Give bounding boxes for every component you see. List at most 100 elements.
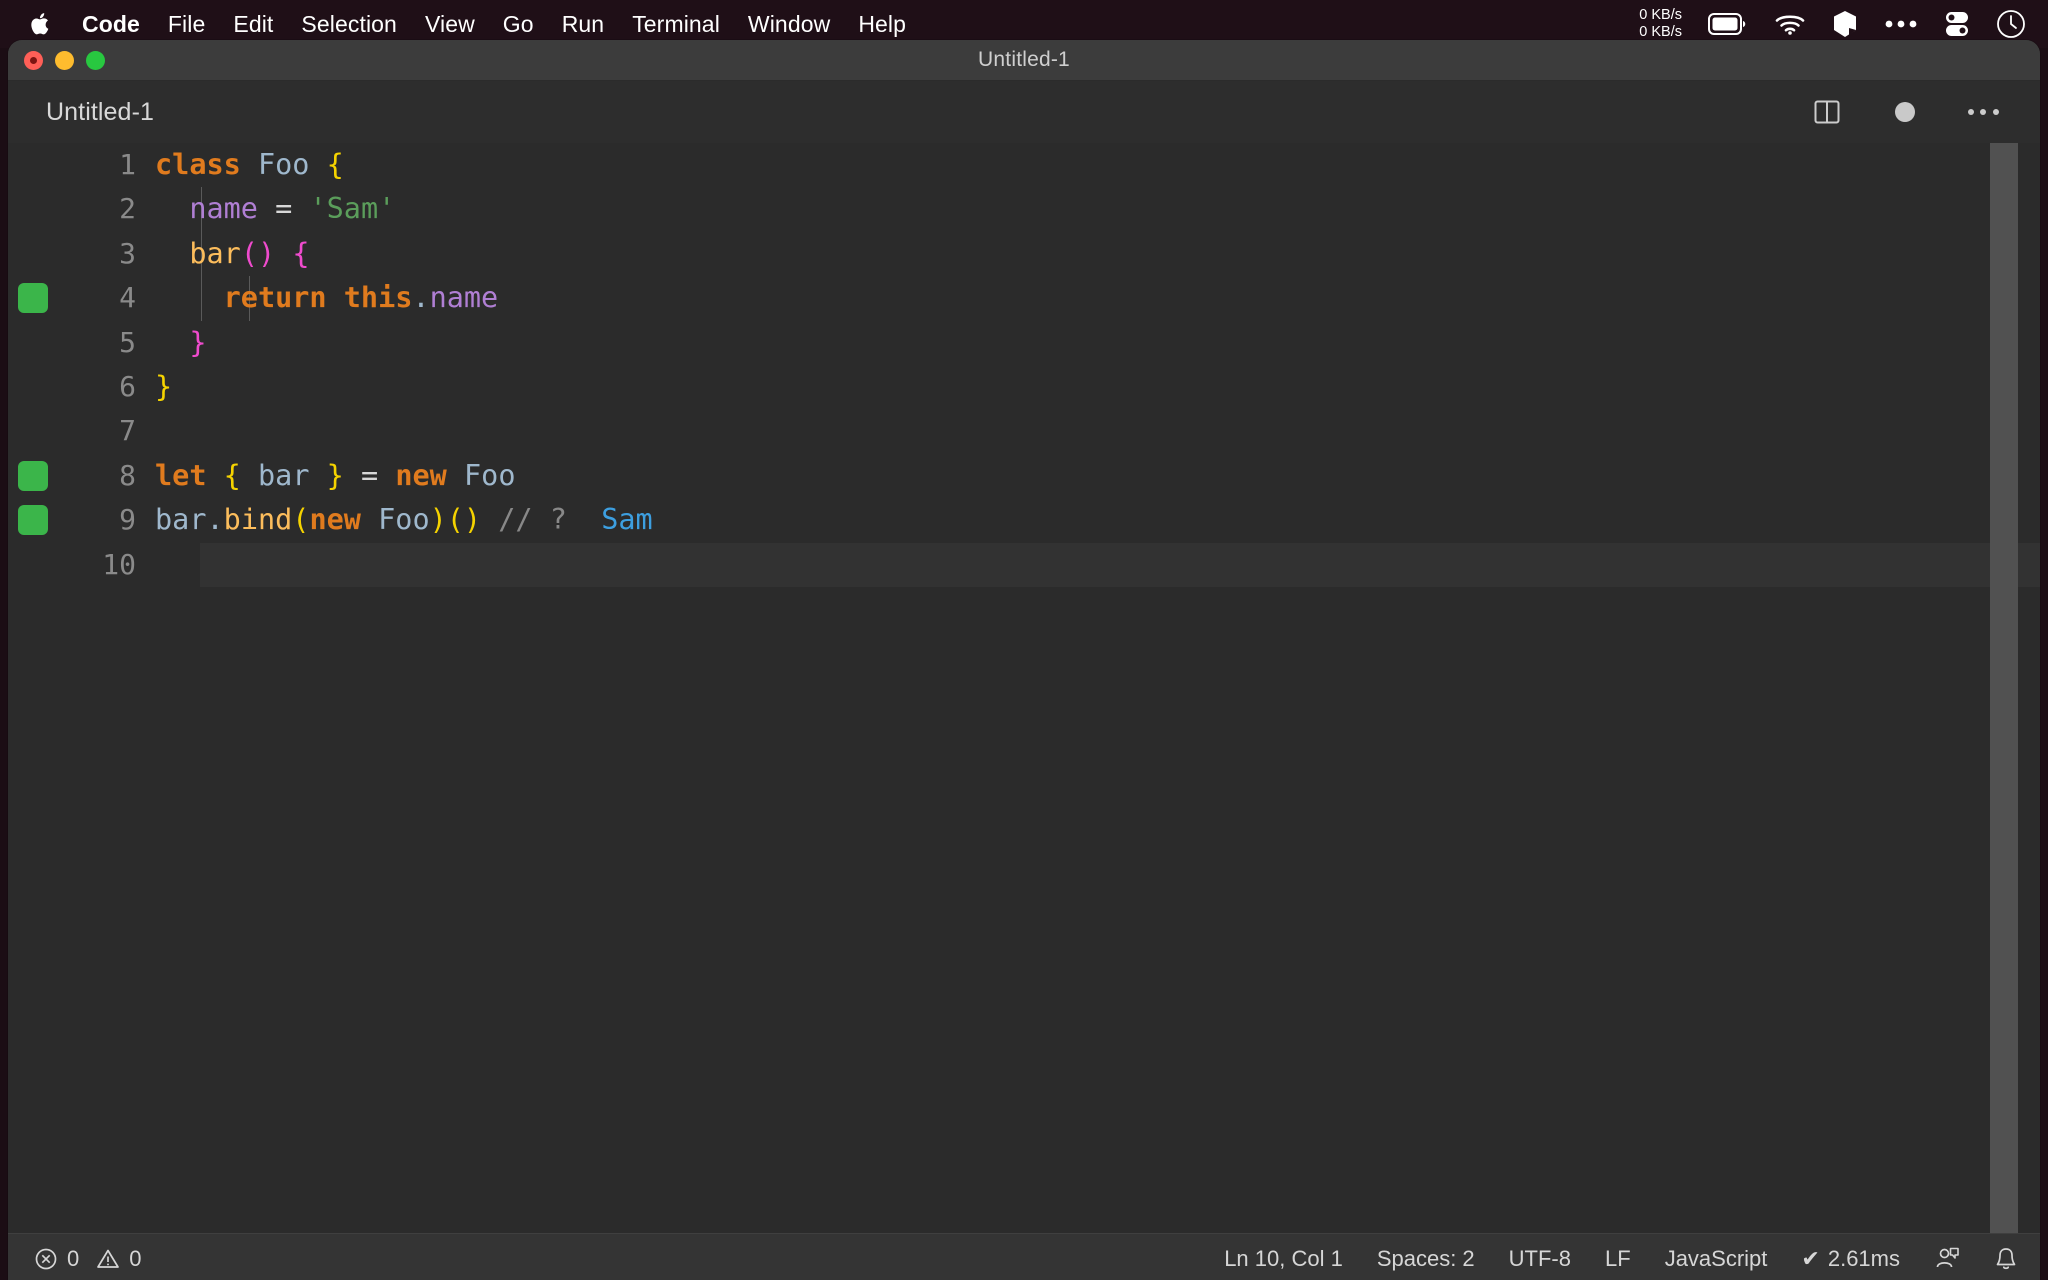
indentation-setting[interactable]: Spaces: 2 xyxy=(1377,1246,1475,1272)
status-bar-right: Ln 10, Col 1 Spaces: 2 UTF-8 LF JavaScri… xyxy=(1224,1246,2018,1272)
close-button[interactable] xyxy=(24,51,43,70)
network-speed-indicator[interactable]: 0 KB/s 0 KB/s xyxy=(1639,7,1682,41)
feedback-icon[interactable] xyxy=(1934,1246,1960,1272)
token: name xyxy=(189,192,258,225)
menu-bar-status-items: 0 KB/s 0 KB/s xyxy=(1639,7,2026,41)
status-bar-left: 0 0 xyxy=(34,1246,142,1272)
token: { xyxy=(224,459,241,492)
line-content: bar.bind(new Foo)() // ? Sam xyxy=(155,498,653,542)
line-number: 1 xyxy=(8,143,136,187)
menu-item-run[interactable]: Run xyxy=(548,9,619,40)
line-number: 10 xyxy=(8,543,136,587)
token: () xyxy=(241,237,275,270)
cursor-position[interactable]: Ln 10, Col 1 xyxy=(1224,1246,1343,1272)
line-content: let { bar } = new Foo xyxy=(155,454,515,498)
window-title: Untitled-1 xyxy=(978,48,1070,72)
token: = xyxy=(275,192,292,225)
code-line-4[interactable]: 4 return this.name xyxy=(8,276,2040,320)
token: = xyxy=(361,459,378,492)
wifi-icon[interactable] xyxy=(1774,7,1806,41)
editor-vertical-scrollbar[interactable] xyxy=(1990,143,2018,1233)
token: new xyxy=(395,459,446,492)
line-number: 5 xyxy=(8,321,136,365)
token: . xyxy=(206,503,223,536)
token: ( xyxy=(292,503,309,536)
language-mode[interactable]: JavaScript xyxy=(1665,1246,1768,1272)
menu-item-selection[interactable]: Selection xyxy=(287,9,411,40)
menu-bar-items: Code File Edit Selection View Go Run Ter… xyxy=(26,7,920,41)
code-line-5[interactable]: 5 } xyxy=(8,321,2040,365)
line-number: 8 xyxy=(8,454,136,498)
code-line-10[interactable]: 10 xyxy=(8,543,2040,587)
code-line-8[interactable]: 8 let { bar } = new Foo xyxy=(8,454,2040,498)
token: bar xyxy=(155,503,206,536)
more-actions-icon[interactable] xyxy=(1966,95,2000,129)
token xyxy=(481,503,498,536)
token: class xyxy=(155,148,241,181)
token xyxy=(361,503,378,536)
menu-item-edit[interactable]: Edit xyxy=(219,9,287,40)
clock-icon[interactable] xyxy=(1996,7,2026,41)
token: } xyxy=(155,370,172,403)
maximize-button[interactable] xyxy=(86,51,105,70)
token: new xyxy=(309,503,360,536)
menu-item-view[interactable]: View xyxy=(411,9,489,40)
warning-icon xyxy=(96,1247,120,1271)
ellipsis-icon[interactable] xyxy=(1884,7,1918,41)
token xyxy=(258,192,275,225)
token: this xyxy=(344,281,413,314)
token: Foo xyxy=(378,503,429,536)
code-line-3[interactable]: 3 bar() { xyxy=(8,232,2040,276)
line-content: return this.name xyxy=(155,276,498,320)
network-upload-speed: 0 KB/s xyxy=(1639,7,1682,24)
cube-icon[interactable] xyxy=(1832,7,1858,41)
apple-logo-icon[interactable] xyxy=(26,7,56,41)
token xyxy=(344,459,361,492)
token xyxy=(241,148,258,181)
end-of-line-sequence[interactable]: LF xyxy=(1605,1246,1631,1272)
menu-item-file[interactable]: File xyxy=(154,9,219,40)
token: // ? xyxy=(498,503,567,536)
token: bar xyxy=(189,237,240,270)
menu-item-go[interactable]: Go xyxy=(489,9,548,40)
token xyxy=(206,459,223,492)
token: Foo xyxy=(258,148,309,181)
token: 'Sam' xyxy=(309,192,395,225)
token: } xyxy=(189,326,206,359)
error-icon xyxy=(34,1247,58,1271)
code-line-9[interactable]: 9bar.bind(new Foo)() // ? Sam xyxy=(8,498,2040,542)
line-number: 2 xyxy=(8,187,136,231)
code-line-7[interactable]: 7 xyxy=(8,409,2040,453)
menu-item-terminal[interactable]: Terminal xyxy=(618,9,734,40)
control-center-icon[interactable] xyxy=(1944,7,1970,41)
runtime-duration: 2.61ms xyxy=(1828,1246,1900,1272)
line-number: 6 xyxy=(8,365,136,409)
token: let xyxy=(155,459,206,492)
unsaved-dot-icon[interactable] xyxy=(1888,95,1922,129)
menu-item-code[interactable]: Code xyxy=(68,9,154,40)
problems-status[interactable]: 0 0 xyxy=(34,1246,142,1272)
code-line-2[interactable]: 2 name = 'Sam' xyxy=(8,187,2040,231)
minimize-button[interactable] xyxy=(55,51,74,70)
code-editor[interactable]: 1class Foo {2 name = 'Sam'3 bar() {4 ret… xyxy=(8,143,2040,1233)
window-controls xyxy=(24,40,105,80)
warning-count: 0 xyxy=(129,1246,141,1272)
token xyxy=(447,459,464,492)
code-line-1[interactable]: 1 class Foo { xyxy=(8,143,2040,187)
menu-item-help[interactable]: Help xyxy=(844,9,920,40)
bell-icon[interactable] xyxy=(1994,1246,2018,1272)
token xyxy=(241,459,258,492)
network-download-speed: 0 KB/s xyxy=(1639,24,1682,41)
code-line-6[interactable]: 6} xyxy=(8,365,2040,409)
menu-item-window[interactable]: Window xyxy=(734,9,844,40)
dirty-indicator xyxy=(1895,102,1915,122)
editor-actions xyxy=(1810,95,2010,129)
split-editor-icon[interactable] xyxy=(1810,95,1844,129)
quokka-runtime-status[interactable]: ✔ 2.61ms xyxy=(1801,1246,1900,1272)
battery-icon[interactable] xyxy=(1708,7,1748,41)
token: name xyxy=(430,281,499,314)
token: { xyxy=(327,148,344,181)
file-encoding[interactable]: UTF-8 xyxy=(1509,1246,1571,1272)
tab-untitled-1[interactable]: Untitled-1 xyxy=(46,98,154,127)
token xyxy=(275,237,292,270)
